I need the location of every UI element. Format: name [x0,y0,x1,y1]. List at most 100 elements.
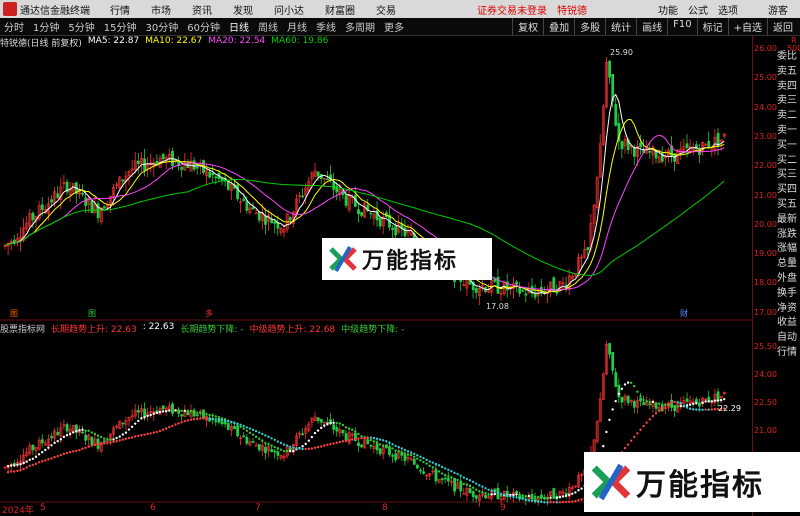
mid-trend-line [109,438,112,442]
long-trend-line [478,484,481,487]
long-trend-line [28,464,31,467]
mid-trend-line [161,410,165,413]
mid-trend-line [44,448,47,452]
long-trend-line [227,420,230,423]
mid-trend-line [335,421,338,425]
event-marker[interactable]: 图 [88,308,96,319]
candle-body [366,439,370,445]
long-trend-line [171,424,174,428]
candle-body [608,60,612,78]
long-trend-line [118,439,121,442]
mid-trend-line [654,401,658,405]
long-trend-line [10,470,13,473]
mid-trend-line [577,489,580,492]
candle-body [251,441,255,443]
candle-body [419,469,422,472]
mid-trend-line [447,475,450,478]
y-tick-label: 26.00 [754,44,777,53]
long-trend-line [456,472,459,476]
candle-body [611,352,615,371]
long-trend-line [692,408,695,411]
mid-trend-line [549,496,552,499]
sub-current-value: 22.29 [718,404,741,413]
long-trend-line [87,445,90,448]
long-trend-line [236,422,239,425]
long-trend-line [214,418,217,421]
event-marker[interactable]: 图 [10,308,18,319]
mid-trend-line [400,451,403,454]
quote-item-label: 涨幅 [777,243,797,255]
long-trend-line [695,408,698,411]
long-trend-line [13,470,16,473]
long-trend-line [574,499,577,503]
long-trend-line [106,442,109,445]
candle-body [316,171,320,177]
candle-body [694,399,698,403]
mid-trend-line [719,398,723,402]
watermark-icon [329,245,357,273]
mid-trend-line [428,464,431,467]
candle-body [220,421,224,425]
long-trend-line [62,452,66,456]
mid-trend-line [112,438,115,441]
long-trend-line [543,501,546,504]
candle-body [375,443,379,451]
mid-trend-line [394,449,397,452]
candle-body [434,469,438,482]
mid-trend-line [87,429,90,432]
quote-item-label: 卖一 [777,125,797,136]
mid-trend-line [137,419,140,423]
long-trend-line [127,436,131,440]
long-trend-line [499,492,503,496]
mid-trend-line [471,486,475,489]
candle-body [56,431,60,436]
mid-trend-line [561,495,565,498]
mid-trend-line [630,381,633,384]
mid-trend-line [685,404,689,407]
long-trend-line [53,455,56,459]
mid-trend-line [53,441,56,445]
mid-trend-line [329,422,332,425]
mid-trend-line [456,478,459,482]
long-trend-line [509,495,512,498]
long-trend-line [47,458,50,461]
event-marker[interactable]: 多 [205,308,213,319]
candle-body [685,398,689,402]
mid-trend-line [617,392,620,396]
x-axis-label: 8 [382,503,388,513]
x-axis-label: 9 [500,503,506,513]
long-trend-line [199,417,202,420]
long-trend-line [710,408,713,411]
long-trend-line [230,420,233,424]
candle-body [608,343,612,355]
quote-item-label: 卖二 [777,110,797,122]
mid-trend-line [199,412,202,415]
candle-body [707,140,711,149]
mid-trend-line [524,495,527,498]
mid-trend-line [484,491,487,495]
mid-trend-line [41,451,44,454]
long-trend-line [245,426,248,429]
x-axis-label: 6 [150,503,156,513]
candle-body [685,143,689,148]
quote-item-label: 行情 [777,347,797,358]
event-marker[interactable]: 财 [680,308,688,319]
long-trend-line [409,451,413,454]
mid-trend-line [636,390,639,393]
candle-body [254,212,258,215]
watermark-logo: 万能指标 [322,238,492,280]
long-trend-line [50,457,53,460]
long-trend-line [651,414,655,418]
mid-trend-line [264,441,267,445]
mid-trend-line [692,402,695,406]
mid-trend-line [217,415,221,419]
menu-guest[interactable]: 游客 [768,2,788,17]
long-trend-line [276,440,279,443]
tool-back[interactable]: 返回 [767,18,798,35]
long-trend-line [137,434,140,438]
long-trend-line [434,462,438,466]
long-trend-line [673,400,676,404]
mid-trend-line [273,445,276,449]
long-trend-line [326,443,329,447]
long-trend-line [16,469,19,473]
